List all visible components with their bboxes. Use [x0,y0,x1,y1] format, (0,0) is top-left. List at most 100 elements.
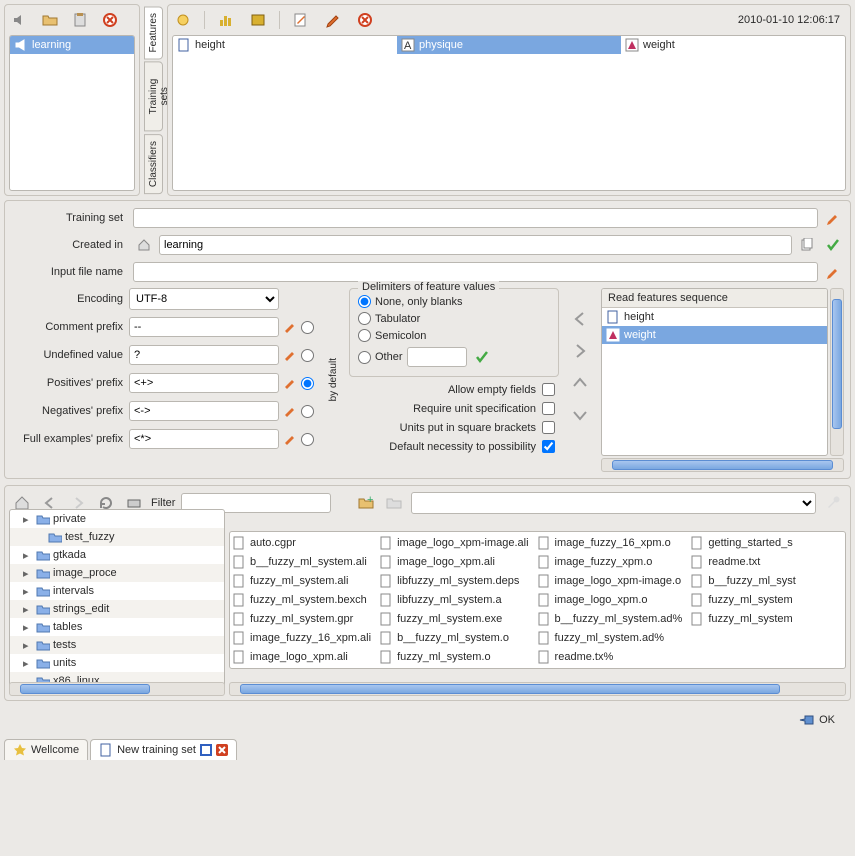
input-file-input[interactable] [133,262,818,282]
file-item[interactable]: b__fuzzy_ml_syst [690,572,795,590]
file-item[interactable]: image_fuzzy_xpm.o [537,553,683,571]
tree-row[interactable]: ▸private [10,510,224,528]
edit-negatives-icon[interactable] [279,400,301,422]
tree-row[interactable]: test_fuzzy [10,528,224,546]
edit-positives-icon[interactable] [279,372,301,394]
allow-empty-check[interactable]: Allow empty fields [349,383,559,396]
file-item[interactable]: fuzzy_ml_system.gpr [232,610,371,628]
units-brackets-check[interactable]: Units put in square brackets [349,421,559,434]
feature-weight[interactable]: weight [621,36,845,54]
positives-default-radio[interactable] [301,377,314,390]
tree-row[interactable]: ▸units [10,654,224,672]
edit-icon[interactable] [290,9,312,31]
file-item[interactable]: fuzzy_ml_system.ali [232,572,371,590]
film-icon[interactable] [247,9,269,31]
project-item[interactable]: learning [10,36,134,54]
edit-training-set-icon[interactable] [822,207,844,229]
file-item[interactable]: image_logo_xpm.ali [379,553,528,571]
path-select[interactable] [411,492,816,514]
window-icon[interactable] [200,744,212,756]
training-set-input[interactable] [133,208,818,228]
created-in-input[interactable] [159,235,792,255]
new-folder-icon[interactable]: + [355,492,377,514]
paste-icon[interactable] [69,9,91,31]
negatives-default-radio[interactable] [301,405,314,418]
file-item[interactable]: auto.cgpr [232,534,371,552]
home-icon[interactable] [133,234,155,256]
file-item[interactable]: b__fuzzy_ml_system.o [379,629,528,647]
full-default-radio[interactable] [301,433,314,446]
delim-none[interactable]: None, only blanks [358,295,550,308]
positives-input[interactable] [129,373,279,393]
files-hscroll[interactable] [229,682,846,696]
file-item[interactable]: readme.tx% [537,648,683,666]
seq-vscroll[interactable] [830,288,844,456]
file-item[interactable]: fuzzy_ml_system.exe [379,610,528,628]
folder-open-icon[interactable] [39,9,61,31]
file-item[interactable]: fuzzy_ml_system.ad% [537,629,683,647]
seq-hscroll[interactable] [601,458,844,472]
file-item[interactable]: fuzzy_ml_system [690,610,795,628]
tab-wellcome[interactable]: Wellcome [4,739,88,760]
tree-row[interactable]: ▸image_proce [10,564,224,582]
vtab-features[interactable]: Features [144,6,163,59]
require-unit-check[interactable]: Require unit specification [349,402,559,415]
copy-icon[interactable] [796,234,818,256]
delim-other[interactable]: Other [358,351,403,364]
undefined-default-radio[interactable] [301,349,314,362]
edit-full-icon[interactable] [279,428,301,450]
file-item[interactable]: fuzzy_ml_system [690,591,795,609]
tab-new-training[interactable]: New training set [90,739,237,760]
undefined-input[interactable] [129,345,279,365]
file-item[interactable]: b__fuzzy_ml_system.ali [232,553,371,571]
file-item[interactable]: image_logo_xpm.ali [232,648,371,666]
file-item[interactable]: image_fuzzy_16_xpm.o [537,534,683,552]
tree-row[interactable]: ▸intervals [10,582,224,600]
delim-other-input[interactable] [407,347,467,367]
seq-height[interactable]: height [602,308,827,326]
file-list[interactable]: auto.cgprb__fuzzy_ml_system.alifuzzy_ml_… [229,531,846,669]
pencil-icon[interactable] [322,9,344,31]
edit-undefined-icon[interactable] [279,344,301,366]
delim-tab[interactable]: Tabulator [358,312,550,325]
comment-default-radio[interactable] [301,321,314,334]
chart-icon[interactable] [215,9,237,31]
vtab-training-sets[interactable]: Training sets [144,61,163,131]
file-item[interactable]: libfuzzy_ml_system.a [379,591,528,609]
light-icon[interactable] [172,9,194,31]
delim-semi[interactable]: Semicolon [358,329,550,342]
close-tab-icon[interactable] [216,744,228,756]
file-item[interactable]: image_fuzzy_16_xpm.ali [232,629,371,647]
arrow-down-icon[interactable] [569,404,591,426]
folder-tree[interactable]: ▸privatetest_fuzzy▸gtkada▸image_proce▸in… [9,509,225,691]
feature-height[interactable]: height [173,36,397,54]
delim-check-icon[interactable] [471,346,493,368]
arrow-up-icon[interactable] [569,372,591,394]
arrow-right-icon[interactable] [569,340,591,362]
default-necessity-check[interactable]: Default necessity to possibility [349,440,559,453]
seq-weight[interactable]: weight [602,326,827,344]
file-item[interactable]: fuzzy_ml_system.o [379,648,528,666]
arrow-left-icon[interactable] [569,308,591,330]
tree-row[interactable]: ▸tests [10,636,224,654]
file-item[interactable]: image_logo_xpm.o [537,591,683,609]
ok-button[interactable]: OK [791,709,843,731]
file-item[interactable]: fuzzy_ml_system.bexch [232,591,371,609]
delete-icon[interactable] [354,9,376,31]
tree-row[interactable]: ▸strings_edit [10,600,224,618]
tree-row[interactable]: ▸tables [10,618,224,636]
comment-prefix-input[interactable] [129,317,279,337]
vtab-classifiers[interactable]: Classifiers [144,134,163,194]
folder-icon[interactable] [383,492,405,514]
full-input[interactable] [129,429,279,449]
negatives-input[interactable] [129,401,279,421]
file-item[interactable]: getting_started_s [690,534,795,552]
feature-physique[interactable]: A physique [397,36,621,54]
tree-hscroll[interactable] [9,682,225,696]
close-icon[interactable] [99,9,121,31]
file-item[interactable]: image_logo_xpm-image.ali [379,534,528,552]
file-item[interactable]: b__fuzzy_ml_system.ad% [537,610,683,628]
file-item[interactable]: libfuzzy_ml_system.deps [379,572,528,590]
file-item[interactable]: image_logo_xpm-image.o [537,572,683,590]
encoding-select[interactable]: UTF-8 [129,288,279,310]
